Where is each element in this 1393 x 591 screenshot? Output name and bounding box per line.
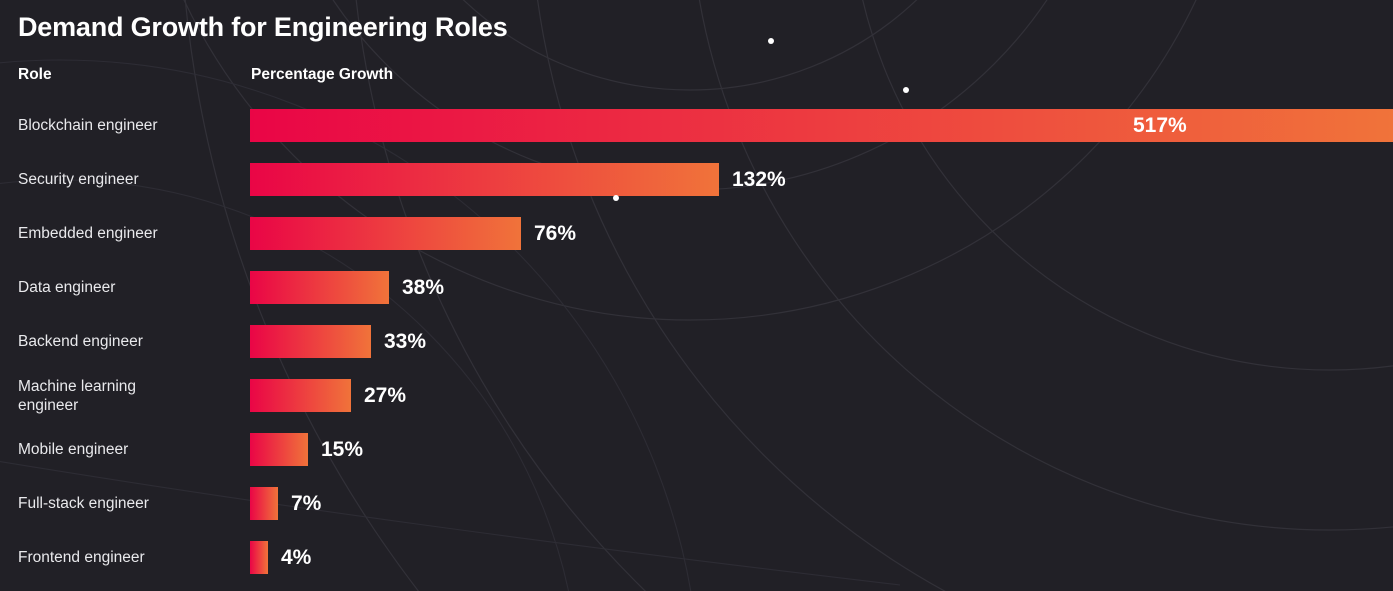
bar-track: 33% — [250, 325, 1393, 358]
role-label: Mobile engineer — [18, 441, 129, 459]
role-label: Frontend engineer — [18, 549, 145, 567]
bar-value-label: 33% — [384, 329, 427, 353]
decor-dot-icon — [768, 38, 774, 44]
table-row[interactable]: Full-stack engineer 7% — [0, 477, 1393, 531]
bar[interactable] — [250, 433, 308, 466]
bar[interactable] — [250, 109, 1393, 142]
bar-value-label: 7% — [291, 491, 322, 515]
bar-track: 7% — [250, 487, 1393, 520]
bar-value-label: 27% — [364, 383, 407, 407]
bar[interactable] — [250, 541, 268, 574]
bar-value-label: 517% — [1133, 113, 1187, 137]
table-row[interactable]: Frontend engineer 4% — [0, 531, 1393, 585]
bar-track: 76% — [250, 217, 1393, 250]
bar-value-label: 76% — [534, 221, 577, 245]
role-label: Security engineer — [18, 171, 139, 189]
table-row[interactable]: Data engineer 38% — [0, 261, 1393, 315]
bar[interactable] — [250, 379, 351, 412]
bar-value-label: 132% — [732, 167, 786, 191]
bar-track: 15% — [250, 433, 1393, 466]
bar-value-label: 4% — [281, 545, 312, 569]
bar-track: 132% — [250, 163, 1393, 196]
bar-value-label: 38% — [402, 275, 445, 299]
role-label: Data engineer — [18, 279, 116, 297]
decor-dot-icon — [613, 195, 619, 201]
chart-canvas: Demand Growth for Engineering Roles Role… — [0, 0, 1393, 591]
bar-track: 38% — [250, 271, 1393, 304]
table-row[interactable]: Security engineer 132% — [0, 153, 1393, 207]
table-row[interactable]: Embedded engineer 76% — [0, 207, 1393, 261]
bar-track: 27% — [250, 379, 1393, 412]
role-label: Embedded engineer — [18, 225, 158, 243]
bar[interactable] — [250, 487, 278, 520]
table-row[interactable]: Machine learning engineer 27% — [0, 369, 1393, 423]
bar-value-label: 15% — [321, 437, 364, 461]
table-row[interactable]: Blockchain engineer 517% — [0, 99, 1393, 153]
bar-chart-rows: Blockchain engineer 517% Security engineer… — [0, 0, 1393, 591]
bar[interactable] — [250, 325, 371, 358]
bar[interactable] — [250, 163, 719, 196]
bar[interactable] — [250, 271, 389, 304]
bar[interactable] — [250, 217, 521, 250]
role-label: Full-stack engineer — [18, 495, 149, 513]
decor-dot-icon — [903, 87, 909, 93]
role-label: Machine learning engineer — [18, 377, 137, 414]
bar-track: 4% — [250, 541, 1393, 574]
table-row[interactable]: Backend engineer 33% — [0, 315, 1393, 369]
table-row[interactable]: Mobile engineer 15% — [0, 423, 1393, 477]
role-label: Backend engineer — [18, 333, 143, 351]
bar-track: 517% — [250, 109, 1393, 142]
role-label: Blockchain engineer — [18, 117, 158, 135]
